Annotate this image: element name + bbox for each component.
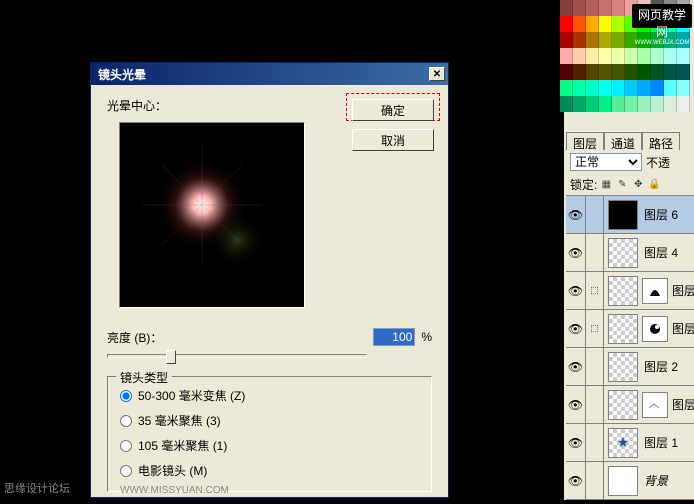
mask-thumb[interactable] [642, 392, 668, 418]
percent-label: % [421, 330, 432, 344]
opacity-label: 不透 [646, 154, 670, 171]
tab-paths[interactable]: 路径 [642, 132, 680, 150]
layer-thumb[interactable]: ★ [608, 428, 638, 458]
lens-option-0: 50-300 毫米变焦 (Z) [138, 387, 245, 404]
layer-name[interactable]: 图层 1 [642, 434, 694, 451]
layer-thumb[interactable] [608, 390, 638, 420]
eye-icon[interactable]: 👁 [568, 360, 583, 374]
layer-row[interactable]: 👁 图层 4 [566, 234, 694, 272]
eye-icon[interactable]: 👁 [568, 398, 583, 412]
eye-icon[interactable]: 👁 [568, 436, 583, 450]
swatches-panel[interactable]: 网页教学网 WWW.WEBJX.COM [560, 0, 694, 116]
lens-radio-50-300[interactable] [120, 390, 132, 402]
layer-row[interactable]: 👁 ⬚ 图层 [566, 272, 694, 310]
mask-thumb[interactable] [642, 278, 668, 304]
lens-option-2: 105 毫米聚焦 (1) [138, 437, 227, 454]
eye-icon[interactable]: 👁 [568, 246, 583, 260]
layer-row[interactable]: 👁 图层 6 [566, 196, 694, 234]
layer-thumb[interactable] [608, 352, 638, 382]
eye-icon[interactable]: 👁 [568, 208, 583, 222]
layer-thumb[interactable] [608, 466, 638, 496]
layer-name[interactable]: 背景 [642, 472, 694, 489]
lens-option-3: 电影镜头 (M) [138, 462, 207, 479]
lock-transparency-icon[interactable]: ▦ [599, 178, 613, 192]
lock-label: 锁定: [570, 176, 597, 193]
blend-mode-select[interactable]: 正常 [570, 153, 642, 171]
lens-radio-105[interactable] [120, 440, 132, 452]
right-panels: 网页教学网 WWW.WEBJX.COM 图层 通道 路径 正常 不透 锁定: ▦… [564, 0, 694, 500]
brightness-input[interactable] [373, 328, 415, 346]
link-icon[interactable]: ⬚ [590, 285, 599, 296]
layer-name[interactable]: 图层 4 [642, 244, 694, 261]
brightness-slider[interactable] [107, 354, 367, 358]
layer-thumb[interactable] [608, 238, 638, 268]
mask-thumb[interactable] [642, 316, 668, 342]
lens-type-legend: 镜头类型 [116, 369, 172, 386]
layer-thumb[interactable] [608, 200, 638, 230]
lens-option-1: 35 毫米聚焦 (3) [138, 412, 221, 429]
layer-name[interactable]: 图层 [670, 282, 694, 299]
eye-icon[interactable]: 👁 [568, 322, 583, 336]
lock-all-icon[interactable]: 🔒 [647, 178, 661, 192]
slider-thumb[interactable] [166, 350, 176, 364]
lock-brush-icon[interactable]: ✎ [615, 178, 629, 192]
layers-panel: 图层 通道 路径 正常 不透 锁定: ▦ ✎ ✥ 🔒 👁 图层 6 👁 图层 4 [566, 132, 694, 500]
lens-radio-movie[interactable] [120, 465, 132, 477]
brightness-label: 亮度 (B)： [107, 329, 373, 346]
tab-layers[interactable]: 图层 [566, 132, 604, 150]
watermark-url: WWW.MISSYUAN.COM [120, 485, 229, 496]
layer-name[interactable]: 图层 6 [642, 206, 694, 223]
layer-name[interactable]: 图层 [670, 320, 694, 337]
brand-badge: 网页教学网 WWW.WEBJX.COM [632, 4, 692, 28]
brand-line1: 网页教学网 [634, 6, 690, 40]
lock-move-icon[interactable]: ✥ [631, 178, 645, 192]
layer-row[interactable]: 👁 ⬚ 图层 [566, 310, 694, 348]
layer-thumb[interactable] [608, 314, 638, 344]
eye-icon[interactable]: 👁 [568, 474, 583, 488]
watermark-text: 思缘设计论坛 [4, 480, 70, 496]
layer-row[interactable]: 👁 ★ 图层 1 [566, 424, 694, 462]
flare-preview[interactable] [119, 122, 305, 308]
layer-name[interactable]: 图层 2 [642, 358, 694, 375]
lens-radio-35[interactable] [120, 415, 132, 427]
dialog-title-bar[interactable]: 镜头光晕 ✕ [91, 63, 448, 85]
layer-row[interactable]: 👁 图层 2 [566, 348, 694, 386]
lens-flare-dialog: 镜头光晕 ✕ 光晕中心： 确定 [90, 62, 449, 498]
layer-row[interactable]: 👁 图层 [566, 386, 694, 424]
layer-name[interactable]: 图层 [670, 396, 694, 413]
tab-channels[interactable]: 通道 [604, 132, 642, 150]
brand-line2: WWW.WEBJX.COM [634, 40, 690, 46]
dialog-title: 镜头光晕 [94, 66, 429, 83]
layer-thumb[interactable] [608, 276, 638, 306]
close-icon[interactable]: ✕ [429, 67, 445, 81]
layer-row[interactable]: 👁 背景 [566, 462, 694, 500]
ok-button[interactable]: 确定 [352, 99, 434, 121]
lens-type-group: 镜头类型 50-300 毫米变焦 (Z) 35 毫米聚焦 (3) 105 毫米聚… [107, 376, 432, 492]
eye-icon[interactable]: 👁 [568, 284, 583, 298]
link-icon[interactable]: ⬚ [590, 323, 599, 334]
cancel-button[interactable]: 取消 [352, 129, 434, 151]
